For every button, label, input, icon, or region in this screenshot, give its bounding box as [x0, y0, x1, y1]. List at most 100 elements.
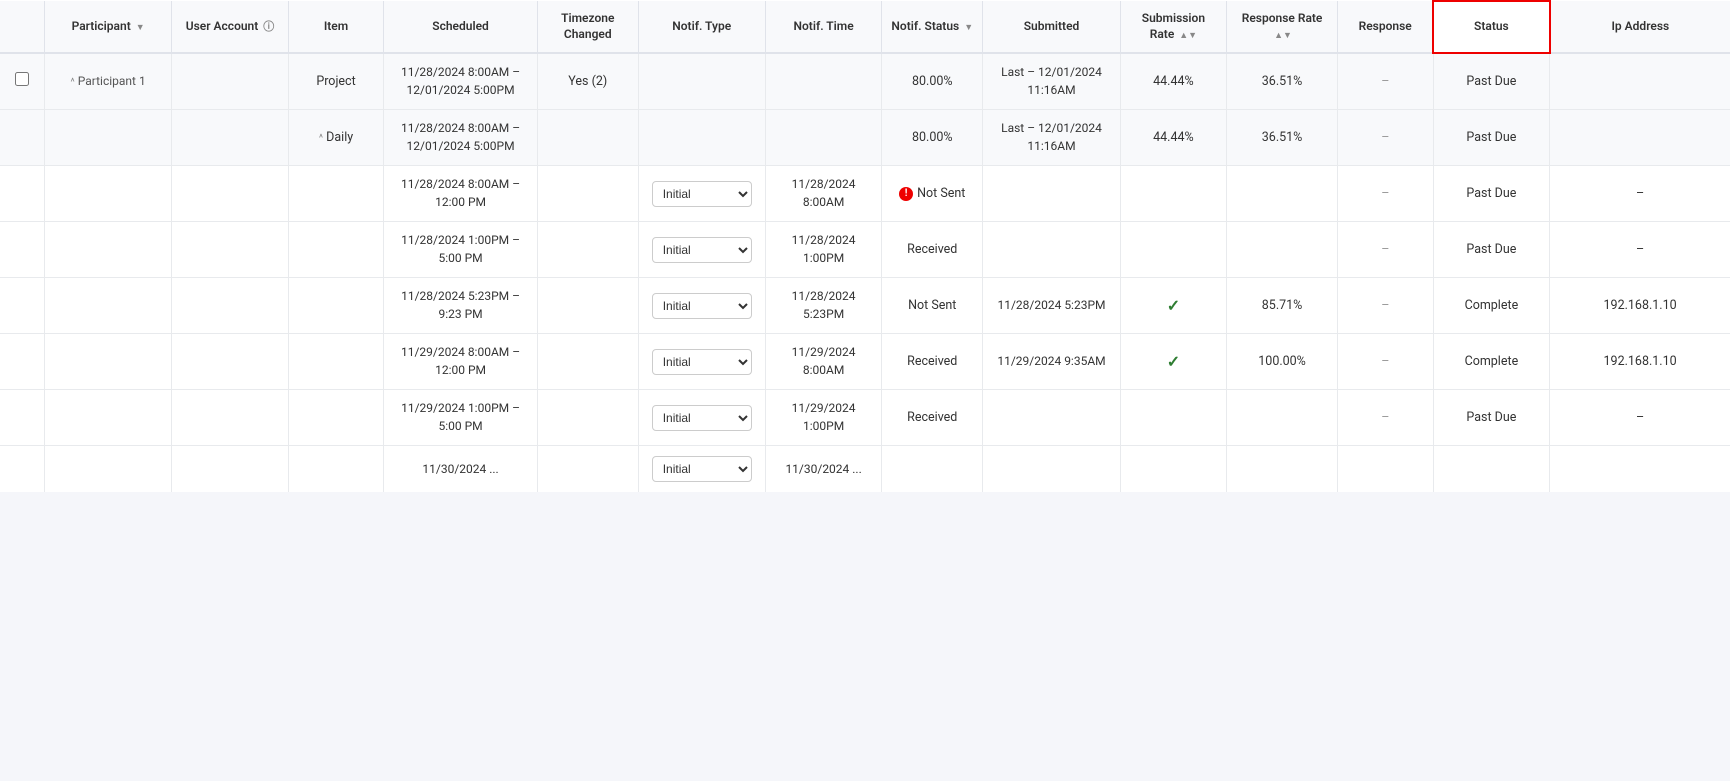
cell-ipaddress	[1550, 53, 1730, 110]
cell-submissionrate: ✓	[1120, 278, 1226, 334]
notifstatus-value: Not Sent	[908, 298, 956, 313]
cell-timezone	[537, 446, 638, 493]
data-table: Participant ▼ User Account ⓘ Item Schedu…	[0, 0, 1730, 492]
cell-responserate: 36.51%	[1226, 53, 1337, 110]
cell-notiftype[interactable]: Initial	[638, 278, 765, 334]
response-value: –	[1381, 186, 1389, 201]
cell-submitted	[983, 446, 1121, 493]
table-row: 11/29/2024 8:00AM – 12:00 PM Initial 11/29…	[0, 334, 1730, 390]
cell-item	[288, 166, 383, 222]
item-label: Project	[316, 74, 355, 89]
cell-status	[1433, 446, 1550, 493]
cell-submitted	[983, 166, 1121, 222]
cell-notiftype[interactable]	[638, 53, 765, 110]
cell-submissionrate: ✓	[1120, 334, 1226, 390]
cell-submitted	[983, 390, 1121, 446]
cell-notiftype[interactable]: Initial	[638, 166, 765, 222]
notiftype-select[interactable]: Initial	[652, 293, 752, 319]
cell-submitted	[983, 222, 1121, 278]
header-submitted-label: Submitted	[1024, 19, 1080, 33]
cell-checkbox	[0, 390, 45, 446]
header-useraccount-label: User Account	[186, 19, 259, 33]
info-icon-useraccount: ⓘ	[263, 20, 274, 34]
status-value: Past Due	[1466, 74, 1516, 89]
cell-submissionrate: 44.44%	[1120, 110, 1226, 166]
header-notifstatus[interactable]: Notif. Status ▼	[882, 1, 983, 53]
response-value: –	[1381, 298, 1389, 313]
header-timezone-label: Timezone Changed	[561, 11, 614, 41]
cell-useraccount	[172, 446, 289, 493]
notiftype-select[interactable]: Initial	[652, 349, 752, 375]
table-row: 11/28/2024 5:23PM – 9:23 PMInitial11/28/…	[0, 278, 1730, 334]
cell-response: –	[1338, 222, 1433, 278]
responserate-value: 36.51%	[1262, 74, 1303, 89]
notiftype-select[interactable]: Initial	[652, 237, 752, 263]
notifstatus-not-sent: !Not Sent	[890, 185, 974, 203]
cell-notiftype[interactable]: Initial	[638, 334, 765, 390]
cell-timezone	[537, 334, 638, 390]
cell-item	[288, 222, 383, 278]
cell-participant	[45, 166, 172, 222]
cell-status: Complete	[1433, 334, 1550, 390]
notiftype-select[interactable]: Initial	[652, 456, 752, 482]
cell-submissionrate	[1120, 166, 1226, 222]
header-submitted: Submitted	[983, 1, 1121, 53]
cell-response: –	[1338, 334, 1433, 390]
cell-notifstatus: 80.00%	[882, 110, 983, 166]
cell-responserate	[1226, 166, 1337, 222]
status-value: Past Due	[1466, 410, 1516, 425]
cell-item	[288, 334, 383, 390]
cell-scheduled: 11/28/2024 8:00AM – 12:00 PM	[384, 166, 538, 222]
header-submissionrate[interactable]: Submission Rate ▲▼	[1120, 1, 1226, 53]
cell-notiftype[interactable]	[638, 110, 765, 166]
cell-submitted: Last – 12/01/2024 11:16AM	[983, 53, 1121, 110]
responserate-value: 36.51%	[1262, 130, 1303, 145]
cell-responserate: 36.51%	[1226, 110, 1337, 166]
status-value: Past Due	[1466, 242, 1516, 257]
header-ipaddress: Ip Address	[1550, 1, 1730, 53]
cell-submitted: Last – 12/01/2024 11:16AM	[983, 110, 1121, 166]
cell-notiftype[interactable]: Initial	[638, 222, 765, 278]
notiftime-value: 11/29/2024 1:00PM	[792, 401, 856, 433]
cell-response: –	[1338, 278, 1433, 334]
scheduled-value: 11/28/2024 5:23PM – 9:23 PM	[401, 289, 520, 321]
header-scheduled-label: Scheduled	[432, 19, 489, 33]
header-participant[interactable]: Participant ▼	[45, 1, 172, 53]
cell-responserate	[1226, 222, 1337, 278]
cell-timezone	[537, 166, 638, 222]
notifstatus-value: Received	[907, 354, 957, 369]
table-header-row: Participant ▼ User Account ⓘ Item Schedu…	[0, 1, 1730, 53]
cell-ipaddress: –	[1550, 222, 1730, 278]
cell-scheduled: 11/28/2024 5:23PM – 9:23 PM	[384, 278, 538, 334]
sort-icon-notifstatus: ▼	[964, 23, 973, 35]
cell-notifstatus: !Not Sent	[882, 166, 983, 222]
status-value: Complete	[1465, 354, 1519, 369]
sort-icon-participant: ▼	[136, 23, 145, 35]
cell-notiftime: 11/28/2024 8:00AM	[765, 166, 882, 222]
ipaddress-value: –	[1636, 186, 1644, 201]
timezone-value: Yes (2)	[568, 74, 607, 89]
submissionrate-value: 44.44%	[1153, 130, 1194, 145]
cell-participant	[45, 390, 172, 446]
cell-timezone	[537, 390, 638, 446]
cell-submissionrate	[1120, 446, 1226, 493]
scheduled-value: 11/29/2024 8:00AM – 12:00 PM	[401, 345, 520, 377]
notiftype-select[interactable]: Initial	[652, 405, 752, 431]
row-checkbox[interactable]	[15, 72, 29, 86]
cell-scheduled: 11/29/2024 1:00PM – 5:00 PM	[384, 390, 538, 446]
cell-notiftime: 11/29/2024 8:00AM	[765, 334, 882, 390]
notiftype-select[interactable]: Initial	[652, 181, 752, 207]
check-icon: ✓	[1167, 352, 1180, 371]
cell-checkbox	[0, 110, 45, 166]
header-responserate[interactable]: Response Rate ▲▼	[1226, 1, 1337, 53]
table-row: ^ Participant 1Project11/28/2024 8:00AM …	[0, 53, 1730, 110]
cell-status: Past Due	[1433, 166, 1550, 222]
cell-participant	[45, 222, 172, 278]
cell-notifstatus: Received	[882, 334, 983, 390]
cell-status: Complete	[1433, 278, 1550, 334]
responserate-value: 100.00%	[1258, 354, 1306, 369]
cell-status: Past Due	[1433, 110, 1550, 166]
cell-notiftype[interactable]: Initial	[638, 446, 765, 493]
cell-submissionrate	[1120, 222, 1226, 278]
cell-notiftype[interactable]: Initial	[638, 390, 765, 446]
